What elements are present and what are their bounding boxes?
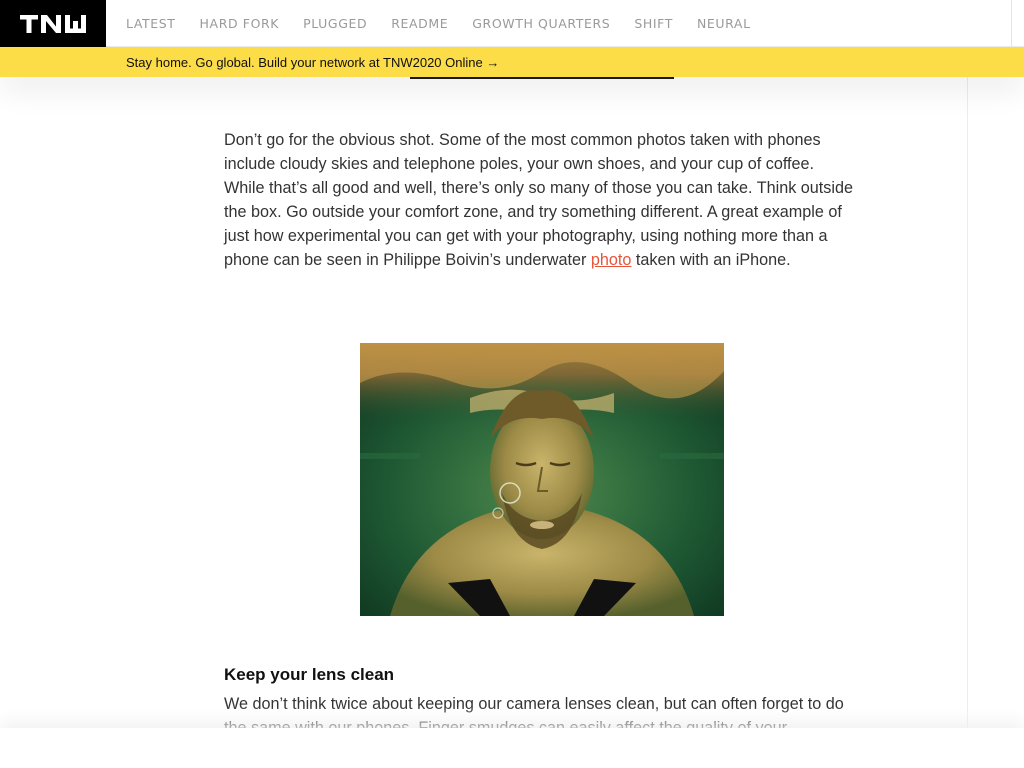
section-nav: LATEST HARD FORK PLUGGED README GROWTH Q… — [126, 0, 775, 47]
underwater-photo — [360, 343, 724, 616]
nav-item-neural[interactable]: NEURAL — [697, 16, 751, 31]
paragraph-text: Don’t go for the obvious shot. Some of t… — [224, 131, 853, 269]
previous-image-edge — [410, 77, 674, 79]
section-heading: Keep your lens clean — [224, 665, 395, 684]
top-nav: LATEST HARD FORK PLUGGED README GROWTH Q… — [0, 0, 1024, 47]
article-paragraph: Don’t go for the obvious shot. Some of t… — [224, 128, 856, 272]
content-fade — [0, 706, 1024, 730]
sidebar-divider — [967, 77, 968, 730]
nav-divider — [1011, 0, 1012, 47]
bottom-bar — [0, 728, 1024, 768]
promo-link[interactable]: Stay home. Go global. Build your network… — [126, 55, 499, 70]
promo-banner: Stay home. Go global. Build your network… — [0, 47, 1024, 77]
nav-item-shift[interactable]: SHIFT — [634, 16, 673, 31]
nav-item-growth-quarters[interactable]: GROWTH QUARTERS — [472, 16, 610, 31]
nav-item-hard-fork[interactable]: HARD FORK — [200, 16, 280, 31]
nav-item-latest[interactable]: LATEST — [126, 16, 176, 31]
paragraph-text-end: taken with an iPhone. — [631, 251, 791, 269]
article-image — [360, 343, 724, 616]
tnw-logo-icon — [20, 14, 86, 33]
article-body: Don’t go for the obvious shot. Some of t… — [224, 128, 856, 272]
nav-item-readme[interactable]: README — [391, 16, 448, 31]
nav-item-plugged[interactable]: PLUGGED — [303, 16, 367, 31]
photo-link[interactable]: photo — [591, 251, 632, 269]
tnw-logo[interactable] — [0, 0, 106, 47]
